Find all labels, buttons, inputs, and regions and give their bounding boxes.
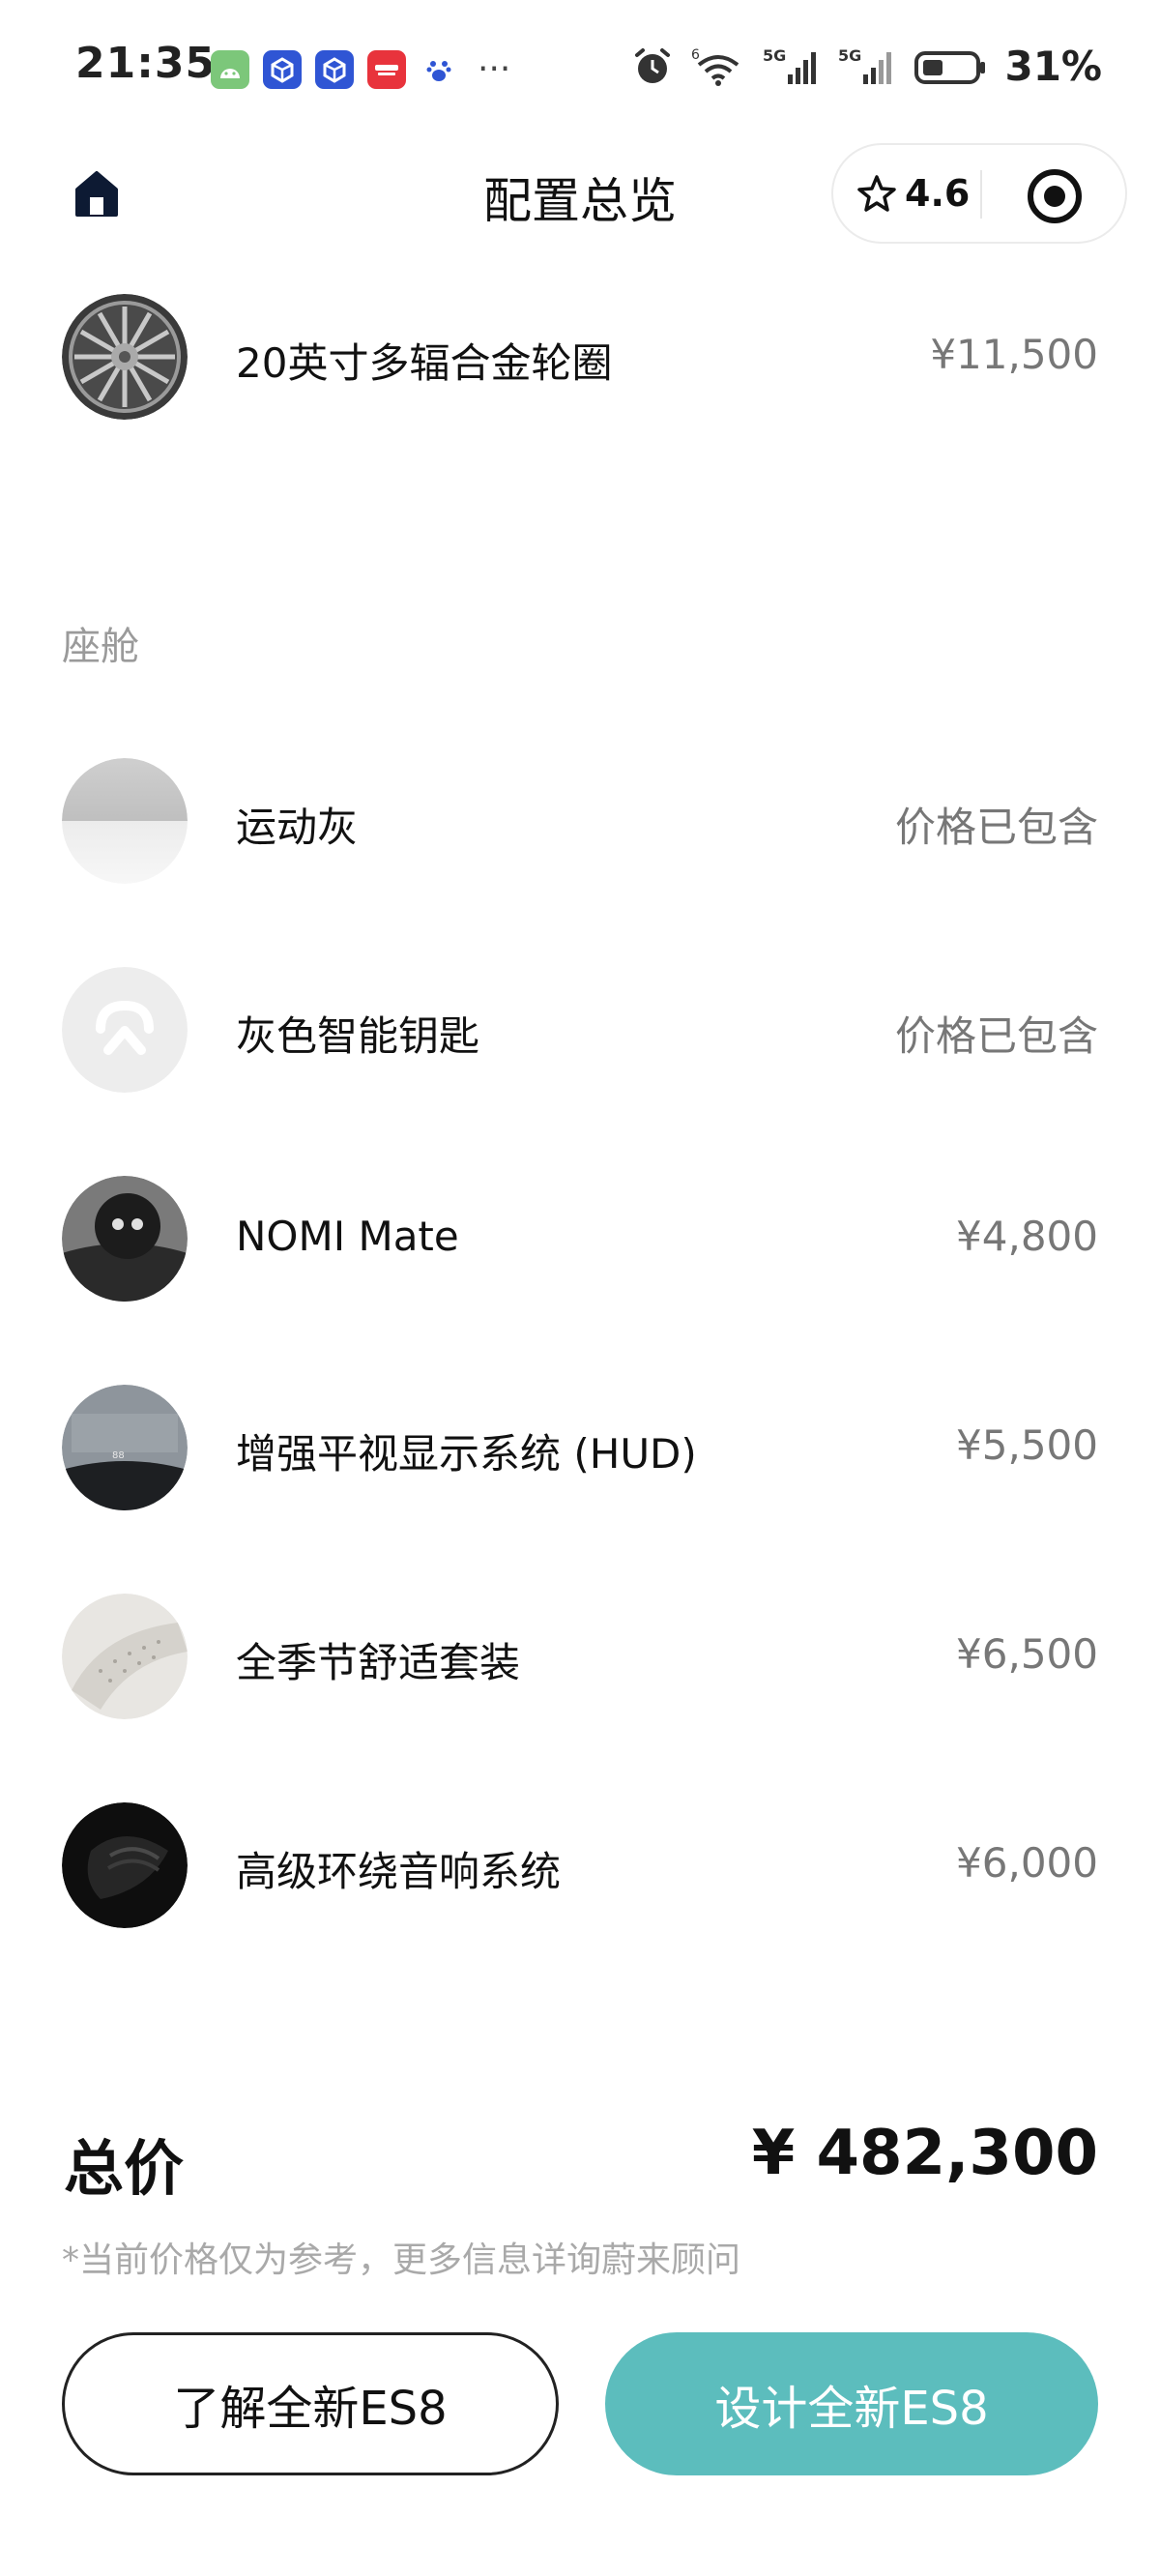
list-item-hud[interactable]: 88 增强平视显示系统 (HUD) ¥5,500 <box>0 1381 1160 1516</box>
close-miniprogram-button[interactable] <box>1025 166 1085 226</box>
list-item-sport-gray[interactable]: 运动灰 价格已包含 <box>0 754 1160 890</box>
list-item-wheel[interactable]: 20英寸多辐合金轮圈 ¥11,500 <box>0 290 1160 425</box>
design-es8-button[interactable]: 设计全新ES8 <box>605 2332 1098 2475</box>
signal-5g-icon-2: 5G <box>838 46 892 84</box>
battery-percent: 31% <box>1004 43 1102 90</box>
svg-text:6: 6 <box>691 47 700 63</box>
smart-key-thumbnail <box>62 967 188 1093</box>
svg-text:88: 88 <box>112 1450 125 1461</box>
more-dots-icon: ··· <box>478 49 511 89</box>
rating-value: 4.6 <box>905 172 971 215</box>
comfort-pack-thumbnail <box>62 1594 188 1719</box>
miniprogram-capsule: 4.6 <box>831 143 1127 244</box>
status-right: 6 5G 5G 31% <box>631 43 1102 90</box>
cube-app-icon-2 <box>315 50 354 89</box>
wifi-icon: 6 <box>691 47 740 86</box>
list-item-smart-key[interactable]: 灰色智能钥匙 价格已包含 <box>0 963 1160 1098</box>
signal-5g-icon: 5G <box>763 46 817 84</box>
capsule-divider <box>980 170 982 219</box>
status-bar: 21:35 ··· 6 5G 5G 31% <box>0 0 1160 135</box>
section-title-cabin: 座舱 <box>62 625 139 669</box>
item-label: 运动灰 <box>236 804 359 851</box>
list-item-nomi-mate[interactable]: NOMI Mate ¥4,800 <box>0 1172 1160 1307</box>
star-icon <box>857 175 896 212</box>
item-label: 高级环绕音响系统 <box>236 1848 562 1895</box>
target-icon <box>1028 169 1082 223</box>
item-price: ¥6,000 <box>956 1839 1098 1887</box>
item-price: ¥5,500 <box>956 1421 1098 1469</box>
total-value: ¥ 482,300 <box>751 2118 1098 2189</box>
xiaohongshu-app-icon <box>367 50 406 89</box>
page-header: 配置总览 4.6 <box>0 135 1160 251</box>
item-label: 20英寸多辐合金轮圈 <box>236 339 613 387</box>
item-price: 价格已包含 <box>894 804 1098 851</box>
hud-thumbnail: 88 <box>62 1385 188 1510</box>
item-label: 灰色智能钥匙 <box>236 1012 480 1060</box>
status-time: 21:35 <box>75 39 217 88</box>
item-label: NOMI Mate <box>236 1213 459 1260</box>
learn-es8-button[interactable]: 了解全新ES8 <box>62 2332 559 2475</box>
svg-text:5G: 5G <box>763 46 786 65</box>
audio-system-thumbnail <box>62 1802 188 1928</box>
item-price: 价格已包含 <box>894 1012 1098 1060</box>
price-disclaimer: *当前价格仅为参考，更多信息详询蔚来顾问 <box>62 2240 741 2280</box>
battery-icon <box>914 50 986 84</box>
svg-text:5G: 5G <box>838 46 861 65</box>
item-label: 全季节舒适套装 <box>236 1639 521 1686</box>
rating-button[interactable]: 4.6 <box>856 172 970 215</box>
list-item-audio-system[interactable]: 高级环绕音响系统 ¥6,000 <box>0 1799 1160 1934</box>
item-price: ¥11,500 <box>930 331 1098 378</box>
cube-app-icon <box>263 50 302 89</box>
item-price: ¥4,800 <box>956 1213 1098 1260</box>
list-item-comfort-pack[interactable]: 全季节舒适套装 ¥6,500 <box>0 1590 1160 1725</box>
total-label: 总价 <box>64 2133 185 2204</box>
wheel-thumbnail <box>62 294 188 420</box>
sport-gray-swatch <box>62 758 188 884</box>
notification-icons: ··· <box>211 50 510 89</box>
android-app-icon <box>211 50 249 89</box>
alarm-icon <box>635 47 671 83</box>
nomi-mate-thumbnail <box>62 1176 188 1302</box>
baidu-app-icon <box>420 50 458 89</box>
item-price: ¥6,500 <box>956 1630 1098 1678</box>
item-label: 增强平视显示系统 (HUD) <box>236 1430 697 1478</box>
